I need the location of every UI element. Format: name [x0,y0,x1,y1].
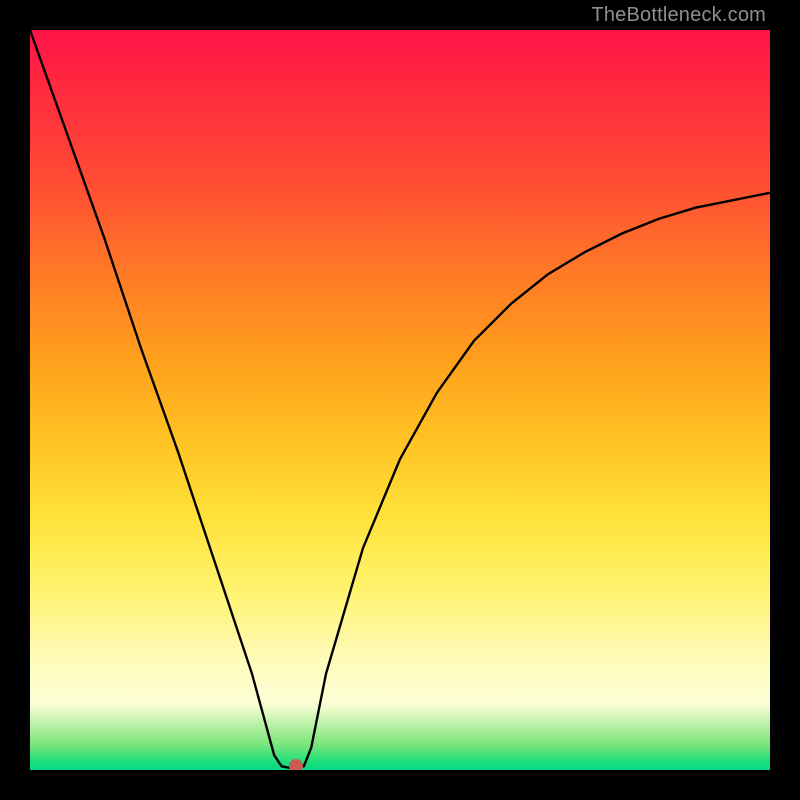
bottleneck-curve [30,30,770,768]
curve-svg [30,30,770,770]
watermark-text: TheBottleneck.com [591,4,766,27]
optimal-point-marker [289,759,303,770]
chart-frame: TheBottleneck.com [0,0,800,800]
plot-area [30,30,770,770]
